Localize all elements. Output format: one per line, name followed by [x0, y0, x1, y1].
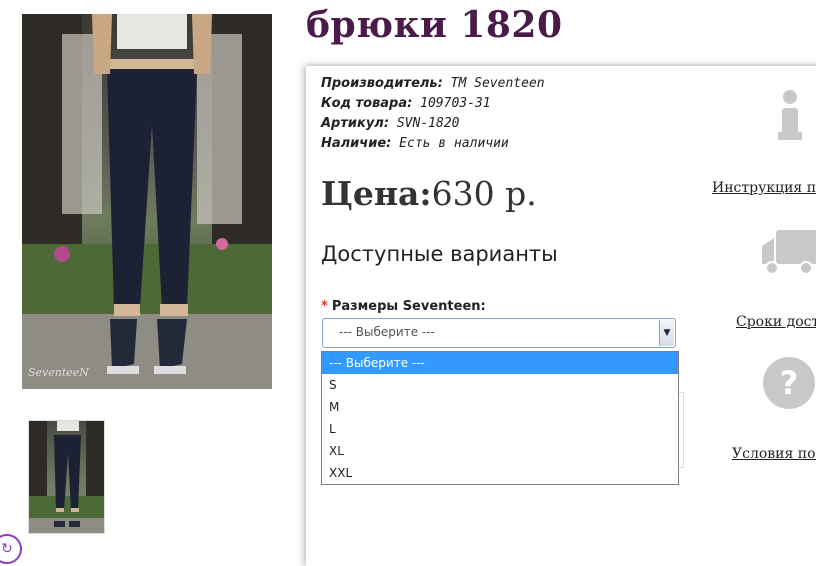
- spec-label: Код товара:: [321, 96, 413, 111]
- svg-text:?: ?: [780, 364, 799, 402]
- size-option[interactable]: --- Выберите ---: [322, 352, 678, 374]
- spec-label: Артикул:: [321, 116, 390, 131]
- refresh-icon[interactable]: ↻: [0, 534, 22, 564]
- spec-value: SVN-1820: [396, 116, 460, 131]
- size-option[interactable]: XL: [322, 440, 678, 462]
- spec-value: Есть в наличии: [399, 136, 509, 151]
- instructions-link[interactable]: Инструкция по з: [712, 180, 816, 196]
- size-dropdown-list[interactable]: --- Выберите --- S M L XL XXL: [321, 351, 679, 485]
- truck-icon: [762, 230, 816, 275]
- spec-manufacturer: Производитель: ТМ Seventeen: [321, 74, 545, 94]
- product-specs: Производитель: ТМ Seventeen Код товара: …: [321, 74, 545, 154]
- size-select[interactable]: --- Выберите --- ▼: [322, 318, 676, 348]
- price-value: 630 р.: [431, 174, 537, 213]
- product-photo-illustration: [22, 14, 272, 389]
- delivery-terms-link[interactable]: Сроки достав: [736, 314, 816, 330]
- spec-value: 109703-31: [420, 96, 491, 111]
- price: Цена:630 р.: [321, 174, 537, 213]
- size-option[interactable]: M: [322, 396, 678, 418]
- thumbnail-illustration: [29, 421, 104, 533]
- size-option[interactable]: XXL: [322, 462, 678, 484]
- spec-product-code: Код товара: 109703-31: [321, 94, 545, 114]
- size-field-label: * Размеры Seventeen:: [321, 299, 486, 314]
- product-thumbnail[interactable]: [28, 420, 105, 534]
- purchase-terms-link[interactable]: Условия пок: [732, 446, 816, 462]
- required-mark: *: [321, 299, 328, 314]
- info-icon: [778, 90, 802, 140]
- size-option[interactable]: L: [322, 418, 678, 440]
- spec-label: Производитель:: [321, 76, 443, 91]
- size-select-value: --- Выберите ---: [339, 325, 435, 339]
- chevron-down-icon[interactable]: ▼: [659, 320, 674, 346]
- price-label: Цена:: [321, 174, 432, 213]
- spec-availability: Наличие: Есть в наличии: [321, 134, 545, 154]
- product-info-panel: Производитель: ТМ Seventeen Код товара: …: [306, 66, 816, 566]
- spec-value: ТМ Seventeen: [450, 76, 545, 91]
- spec-label: Наличие:: [321, 136, 392, 151]
- variants-heading: Доступные варианты: [321, 242, 558, 266]
- size-label-text: Размеры Seventeen:: [331, 299, 486, 314]
- size-option[interactable]: S: [322, 374, 678, 396]
- photo-watermark: SeventeeN: [28, 366, 89, 379]
- spec-article: Артикул: SVN-1820: [321, 114, 545, 134]
- product-title: брюки 1820: [306, 4, 563, 46]
- product-main-photo[interactable]: SeventeeN: [22, 14, 272, 389]
- question-icon: ?: [763, 357, 815, 409]
